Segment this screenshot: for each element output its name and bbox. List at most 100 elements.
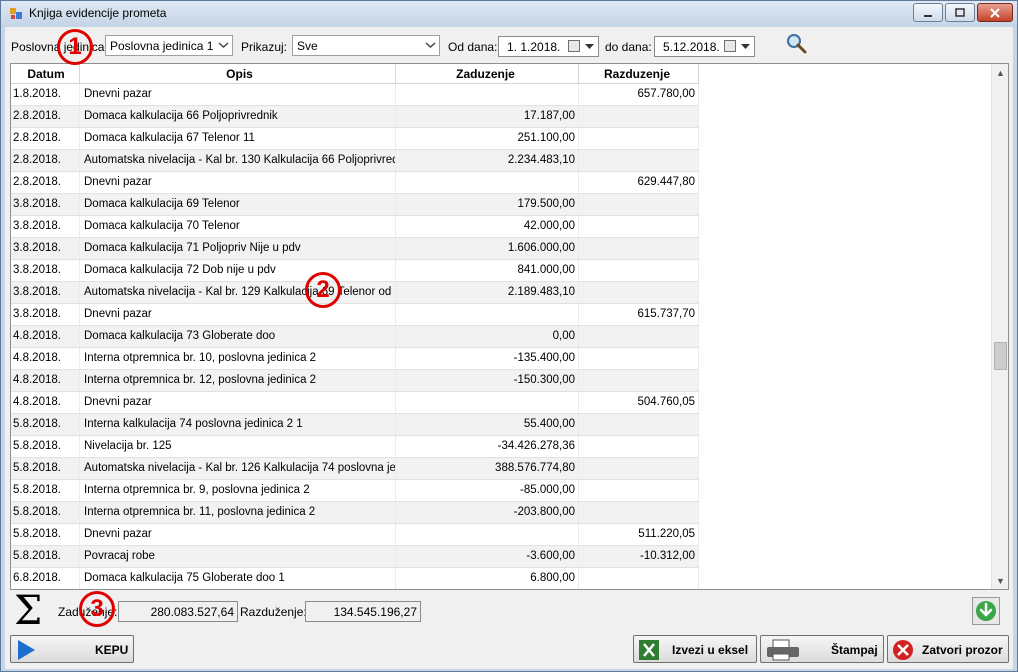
title-bar[interactable]: Knjiga evidencije prometa <box>1 1 1017 27</box>
table-row[interactable]: 5.8.2018. Povracaj robe -3.600,00 -10.312,0… <box>11 546 699 568</box>
to-label: do dana: <box>605 40 652 54</box>
show-label: Prikazuj: <box>241 40 288 54</box>
table-row[interactable]: 1.8.2018. Dnevni pazar 657.780,00 <box>11 84 699 106</box>
cell-credit <box>579 568 699 589</box>
chevron-down-icon <box>585 44 594 49</box>
cell-debit <box>396 304 579 325</box>
cell-date: 3.8.2018. <box>11 304 80 325</box>
table-row[interactable]: 4.8.2018. Interna otpremnica br. 10, posl… <box>11 348 699 370</box>
unit-select[interactable]: Poslovna jedinica 1 <box>105 35 233 56</box>
table-row[interactable]: 5.8.2018. Nivelacija br. 125 -34.426.278,3… <box>11 436 699 458</box>
close-form-button[interactable]: Zatvori prozor <box>887 635 1009 663</box>
cell-date: 5.8.2018. <box>11 414 80 435</box>
cell-credit <box>579 348 699 369</box>
cell-description: Domaca kalkulacija 75 Globerate doo 1 <box>80 568 396 589</box>
kepu-button[interactable]: KEPU <box>10 635 134 663</box>
cell-description: Domaca kalkulacija 72 Dob nije u pdv <box>80 260 396 281</box>
scroll-up-icon[interactable]: ▲ <box>992 64 1008 81</box>
vertical-scrollbar[interactable]: ▲ ▼ <box>991 64 1008 589</box>
table-row[interactable]: 2.8.2018. Dnevni pazar 629.447,80 <box>11 172 699 194</box>
table-row[interactable]: 3.8.2018. Dnevni pazar 615.737,70 <box>11 304 699 326</box>
cell-description: Automatska nivelacija - Kal br. 126 Kalk… <box>80 458 396 479</box>
from-date-value: 1. 1.2018. <box>507 40 561 54</box>
cell-debit <box>396 172 579 193</box>
transactions-grid[interactable]: Datum Opis Zaduzenje Razduzenje 1.8.2018… <box>10 63 1009 590</box>
cell-debit: 42.000,00 <box>396 216 579 237</box>
cell-debit: 388.576.774,80 <box>396 458 579 479</box>
filter-bar: Poslovna jedinica: Poslovna jedinica 1 P… <box>5 27 1013 63</box>
cell-date: 1.8.2018. <box>11 84 80 105</box>
to-date-value: 5.12.2018. <box>663 40 720 54</box>
cell-date: 3.8.2018. <box>11 194 80 215</box>
cell-debit: -85.000,00 <box>396 480 579 501</box>
minimize-button[interactable] <box>913 3 943 22</box>
table-row[interactable]: 4.8.2018. Dnevni pazar 504.760,05 <box>11 392 699 414</box>
cell-credit <box>579 216 699 237</box>
table-row[interactable]: 4.8.2018. Domaca kalkulacija 73 Globerate… <box>11 326 699 348</box>
scroll-thumb[interactable] <box>994 342 1007 370</box>
cell-date: 6.8.2018. <box>11 568 80 589</box>
export-excel-button[interactable]: Izvezi u eksel <box>633 635 757 663</box>
cell-credit: 629.447,80 <box>579 172 699 193</box>
cell-debit: -34.426.278,36 <box>396 436 579 457</box>
cell-debit <box>396 524 579 545</box>
cell-credit: -10.312,00 <box>579 546 699 567</box>
table-row[interactable]: 6.8.2018. Domaca kalkulacija 75 Globerate… <box>11 568 699 589</box>
column-header-credit[interactable]: Razduzenje <box>579 64 699 84</box>
chevron-down-icon <box>425 42 436 49</box>
credit-total-field: 134.545.196,27 <box>305 601 421 622</box>
show-select[interactable]: Sve <box>292 35 440 56</box>
totals-bar: Σ Zaduženje: 280.083.527,64 Razduženje: … <box>10 591 1009 631</box>
annotation-marker-2: 2 <box>305 272 341 308</box>
cell-credit <box>579 194 699 215</box>
cell-debit: 2.189.483,10 <box>396 282 579 303</box>
close-window-button[interactable] <box>977 3 1013 22</box>
search-button[interactable] <box>785 33 809 55</box>
cell-credit <box>579 150 699 171</box>
table-row[interactable]: 2.8.2018. Domaca kalkulacija 66 Poljopriv… <box>11 106 699 128</box>
print-label: Štampaj <box>831 643 878 657</box>
table-row[interactable]: 2.8.2018. Domaca kalkulacija 67 Telenor 1… <box>11 128 699 150</box>
cell-credit <box>579 502 699 523</box>
cell-date: 2.8.2018. <box>11 128 80 149</box>
table-row[interactable]: 5.8.2018. Interna kalkulacija 74 poslovna… <box>11 414 699 436</box>
table-row[interactable]: 3.8.2018. Domaca kalkulacija 72 Dob nije … <box>11 260 699 282</box>
column-header-date[interactable]: Datum <box>11 64 80 84</box>
cell-debit: -135.400,00 <box>396 348 579 369</box>
download-button[interactable] <box>972 597 1000 625</box>
table-row[interactable]: 2.8.2018. Automatska nivelacija - Kal br.… <box>11 150 699 172</box>
cell-description: Povracaj robe <box>80 546 396 567</box>
unit-select-value: Poslovna jedinica 1 <box>110 39 214 53</box>
from-date-picker[interactable]: 1. 1.2018. <box>498 36 599 57</box>
table-row[interactable]: 3.8.2018. Domaca kalkulacija 69 Telenor 17… <box>11 194 699 216</box>
scroll-down-icon[interactable]: ▼ <box>992 572 1008 589</box>
cell-date: 3.8.2018. <box>11 238 80 259</box>
column-header-description[interactable]: Opis <box>80 64 396 84</box>
excel-icon <box>639 640 659 660</box>
table-row[interactable]: 3.8.2018. Automatska nivelacija - Kal br.… <box>11 282 699 304</box>
to-date-picker[interactable]: 5.12.2018. <box>654 36 755 57</box>
cell-date: 5.8.2018. <box>11 480 80 501</box>
cell-credit <box>579 282 699 303</box>
cell-date: 2.8.2018. <box>11 172 80 193</box>
grid-rows: 1.8.2018. Dnevni pazar 657.780,00 2.8.2018.… <box>11 84 699 589</box>
export-excel-label: Izvezi u eksel <box>672 643 749 657</box>
cell-description: Domaca kalkulacija 73 Globerate doo <box>80 326 396 347</box>
cell-date: 5.8.2018. <box>11 546 80 567</box>
table-row[interactable]: 5.8.2018. Dnevni pazar 511.220,05 <box>11 524 699 546</box>
table-row[interactable]: 5.8.2018. Interna otpremnica br. 11, posl… <box>11 502 699 524</box>
column-header-debit[interactable]: Zaduzenje <box>396 64 579 84</box>
cell-description: Nivelacija br. 125 <box>80 436 396 457</box>
table-row[interactable]: 3.8.2018. Domaca kalkulacija 71 Poljopriv… <box>11 238 699 260</box>
maximize-button[interactable] <box>945 3 975 22</box>
cell-description: Dnevni pazar <box>80 392 396 413</box>
table-row[interactable]: 5.8.2018. Automatska nivelacija - Kal br.… <box>11 458 699 480</box>
table-row[interactable]: 3.8.2018. Domaca kalkulacija 70 Telenor 42… <box>11 216 699 238</box>
print-button[interactable]: Štampaj <box>760 635 884 663</box>
cell-debit: -150.300,00 <box>396 370 579 391</box>
table-row[interactable]: 5.8.2018. Interna otpremnica br. 9, poslo… <box>11 480 699 502</box>
table-row[interactable]: 4.8.2018. Interna otpremnica br. 12, posl… <box>11 370 699 392</box>
cell-date: 5.8.2018. <box>11 524 80 545</box>
cell-description: Dnevni pazar <box>80 172 396 193</box>
annotation-marker-1: 1 <box>57 29 93 65</box>
